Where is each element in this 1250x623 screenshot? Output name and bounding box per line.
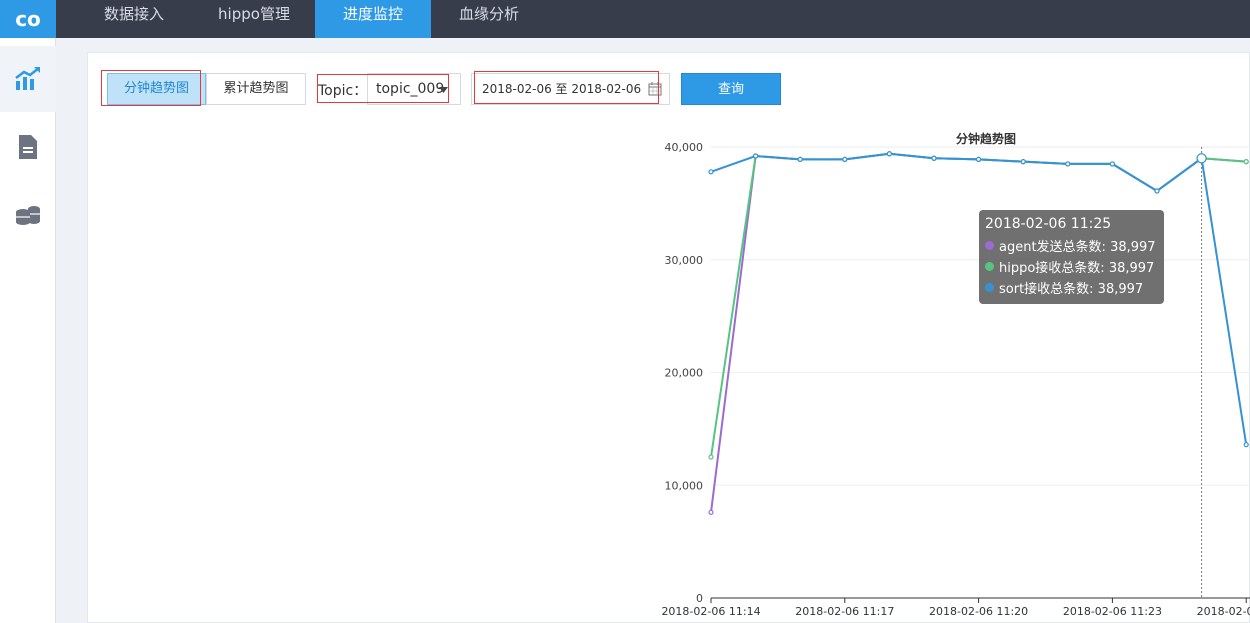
y-tick-label: 0 — [696, 592, 703, 605]
y-tick-label: 30,000 — [665, 254, 704, 267]
data-point — [1243, 442, 1249, 448]
y-tick-label: 40,000 — [665, 141, 704, 154]
tooltip-row-label: hippo接收总条数: 38,997 — [999, 261, 1155, 276]
x-tick-label: 2018-02-06 11:17 — [795, 605, 894, 618]
data-point — [752, 153, 759, 159]
data-point — [842, 156, 848, 163]
data-point — [1109, 161, 1116, 167]
tooltip-row-sort: sort接收总条数: 38,997 — [985, 277, 1158, 298]
x-tick-label: 2018-02-06 11:23 — [1063, 605, 1162, 618]
chart-title: 分钟趋势图 — [956, 131, 1016, 146]
data-point — [708, 169, 714, 175]
data-point — [1065, 161, 1071, 167]
data-point — [975, 156, 982, 163]
legend-dot — [985, 283, 994, 292]
tooltip-row-label: agent发送总条数: 38,997 — [999, 240, 1156, 255]
y-tick-label: 10,000 — [665, 479, 704, 492]
data-point — [1243, 159, 1249, 165]
tooltip-title: 2018-02-06 11:25 — [985, 216, 1112, 232]
series-line — [710, 152, 1247, 513]
data-point — [931, 155, 937, 161]
tooltip-row-hippo: hippo接收总条数: 38,997 — [985, 256, 1158, 277]
x-tick-label: 2018-02-06 11:20 — [929, 605, 1028, 618]
tooltip-row-label: sort接收总条数: 38,997 — [999, 282, 1144, 297]
series-line — [710, 152, 1247, 458]
legend-dot — [985, 262, 994, 271]
legend-dot — [985, 241, 994, 250]
data-point — [1154, 188, 1160, 194]
data-point — [708, 454, 714, 460]
data-point — [708, 509, 714, 515]
y-tick-label: 20,000 — [665, 367, 704, 380]
data-point — [1196, 153, 1207, 164]
minute-trend-chart: 分钟趋势图 0 10,000 20,000 30,000 40,000 2018-02-0… — [661, 131, 1250, 618]
chart-tooltip: 2018-02-06 11:25 agent发送总条数: 38,997 hipp… — [979, 210, 1164, 304]
x-tick-label: 2018-02-06 11:26 — [1197, 605, 1250, 618]
tooltip-row-agent: agent发送总条数: 38,997 — [985, 235, 1158, 256]
data-point — [797, 156, 803, 163]
data-point — [1020, 159, 1026, 165]
x-tick-label: 2018-02-06 11:14 — [661, 605, 760, 618]
data-point — [886, 151, 893, 157]
